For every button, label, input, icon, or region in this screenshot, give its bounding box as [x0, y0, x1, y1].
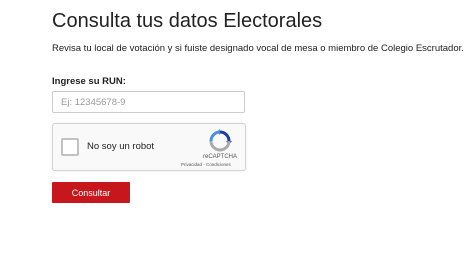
- page-title: Consulta tus datos Electorales: [52, 10, 323, 32]
- recaptcha-logo-icon: [209, 129, 232, 152]
- recaptcha-links: Privacidad - Condiciones: [181, 162, 231, 167]
- consultar-button[interactable]: Consultar: [52, 182, 130, 203]
- run-input[interactable]: [52, 91, 245, 113]
- recaptcha-checkbox[interactable]: [61, 138, 79, 156]
- recaptcha-checkbox-label: No soy un robot: [87, 141, 155, 152]
- run-label: Ingrese su RUN:: [52, 76, 126, 87]
- recaptcha-privacy-link[interactable]: Privacidad: [181, 162, 202, 167]
- recaptcha-brand: reCAPTCHA: [202, 154, 237, 160]
- recaptcha-widget: No soy un robot reCAPTCHA Privacidad - C…: [52, 123, 246, 171]
- page-subtitle: Revisa tu local de votación y si fuiste …: [52, 43, 464, 54]
- electoral-query-page: Consulta tus datos Electorales Revisa tu…: [0, 0, 474, 258]
- recaptcha-terms-link[interactable]: Condiciones: [206, 162, 231, 167]
